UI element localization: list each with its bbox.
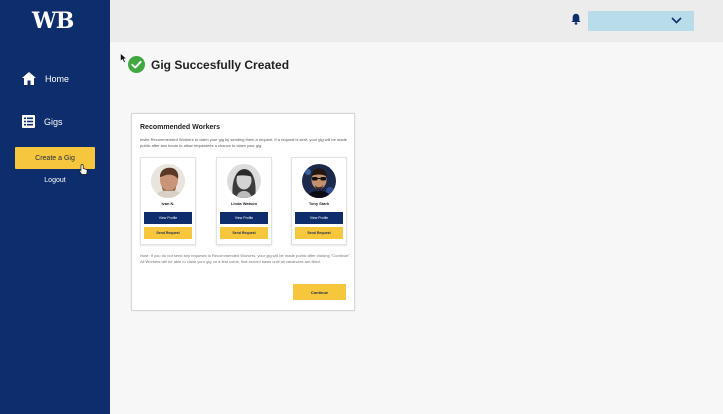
card-description: Invite Recommended Workers to claim your… xyxy=(140,137,347,148)
worker-name: Linda Watson xyxy=(230,201,258,206)
view-profile-button[interactable]: View Profile xyxy=(220,212,268,224)
view-profile-button[interactable]: View Profile xyxy=(144,212,192,224)
user-dropdown[interactable] xyxy=(588,11,694,31)
list-icon xyxy=(22,115,35,128)
card-title: Recommended Workers xyxy=(140,124,221,131)
send-request-button[interactable]: Send Request xyxy=(295,227,343,239)
bell-icon[interactable] xyxy=(571,13,581,25)
brand-logo[interactable]: WB xyxy=(32,8,74,34)
chevron-down-icon xyxy=(671,17,682,24)
card-note: Note: If you do not send any requests to… xyxy=(140,253,351,264)
success-banner: Gig Succesfully Created xyxy=(128,56,289,73)
avatar xyxy=(302,164,336,198)
worker-name: Tony Stark xyxy=(308,201,330,206)
home-icon xyxy=(22,72,36,85)
recommended-workers-card: Recommended Workers Invite Recommended W… xyxy=(131,113,355,311)
view-profile-button[interactable]: View Profile xyxy=(295,212,343,224)
sidebar-item-label: Gigs xyxy=(44,116,63,127)
send-request-button[interactable]: Send Request xyxy=(220,227,268,239)
sidebar-item-gigs[interactable]: Gigs xyxy=(22,115,63,128)
send-request-button[interactable]: Send Request xyxy=(144,227,192,239)
avatar xyxy=(151,164,185,198)
sidebar-item-home[interactable]: Home xyxy=(22,72,69,85)
sidebar: WB Home Gigs Create a Gig Logout xyxy=(0,0,110,414)
worker-name: Ivan N. xyxy=(161,201,175,206)
avatar xyxy=(227,164,261,198)
worker-card-tony: Tony Stark View Profile Send Request xyxy=(291,157,347,245)
check-circle-icon xyxy=(128,56,145,73)
hand-cursor-icon xyxy=(79,164,88,175)
worker-card-linda: Linda Watson View Profile Send Request xyxy=(216,157,272,245)
page-title: Gig Succesfully Created xyxy=(151,57,290,72)
continue-button[interactable]: Continue xyxy=(293,284,346,300)
sidebar-item-label: Home xyxy=(45,73,70,84)
worker-card-ivan: Ivan N. View Profile Send Request xyxy=(140,157,196,245)
arrow-cursor-icon xyxy=(120,53,128,63)
logout-link[interactable]: Logout xyxy=(0,177,110,184)
